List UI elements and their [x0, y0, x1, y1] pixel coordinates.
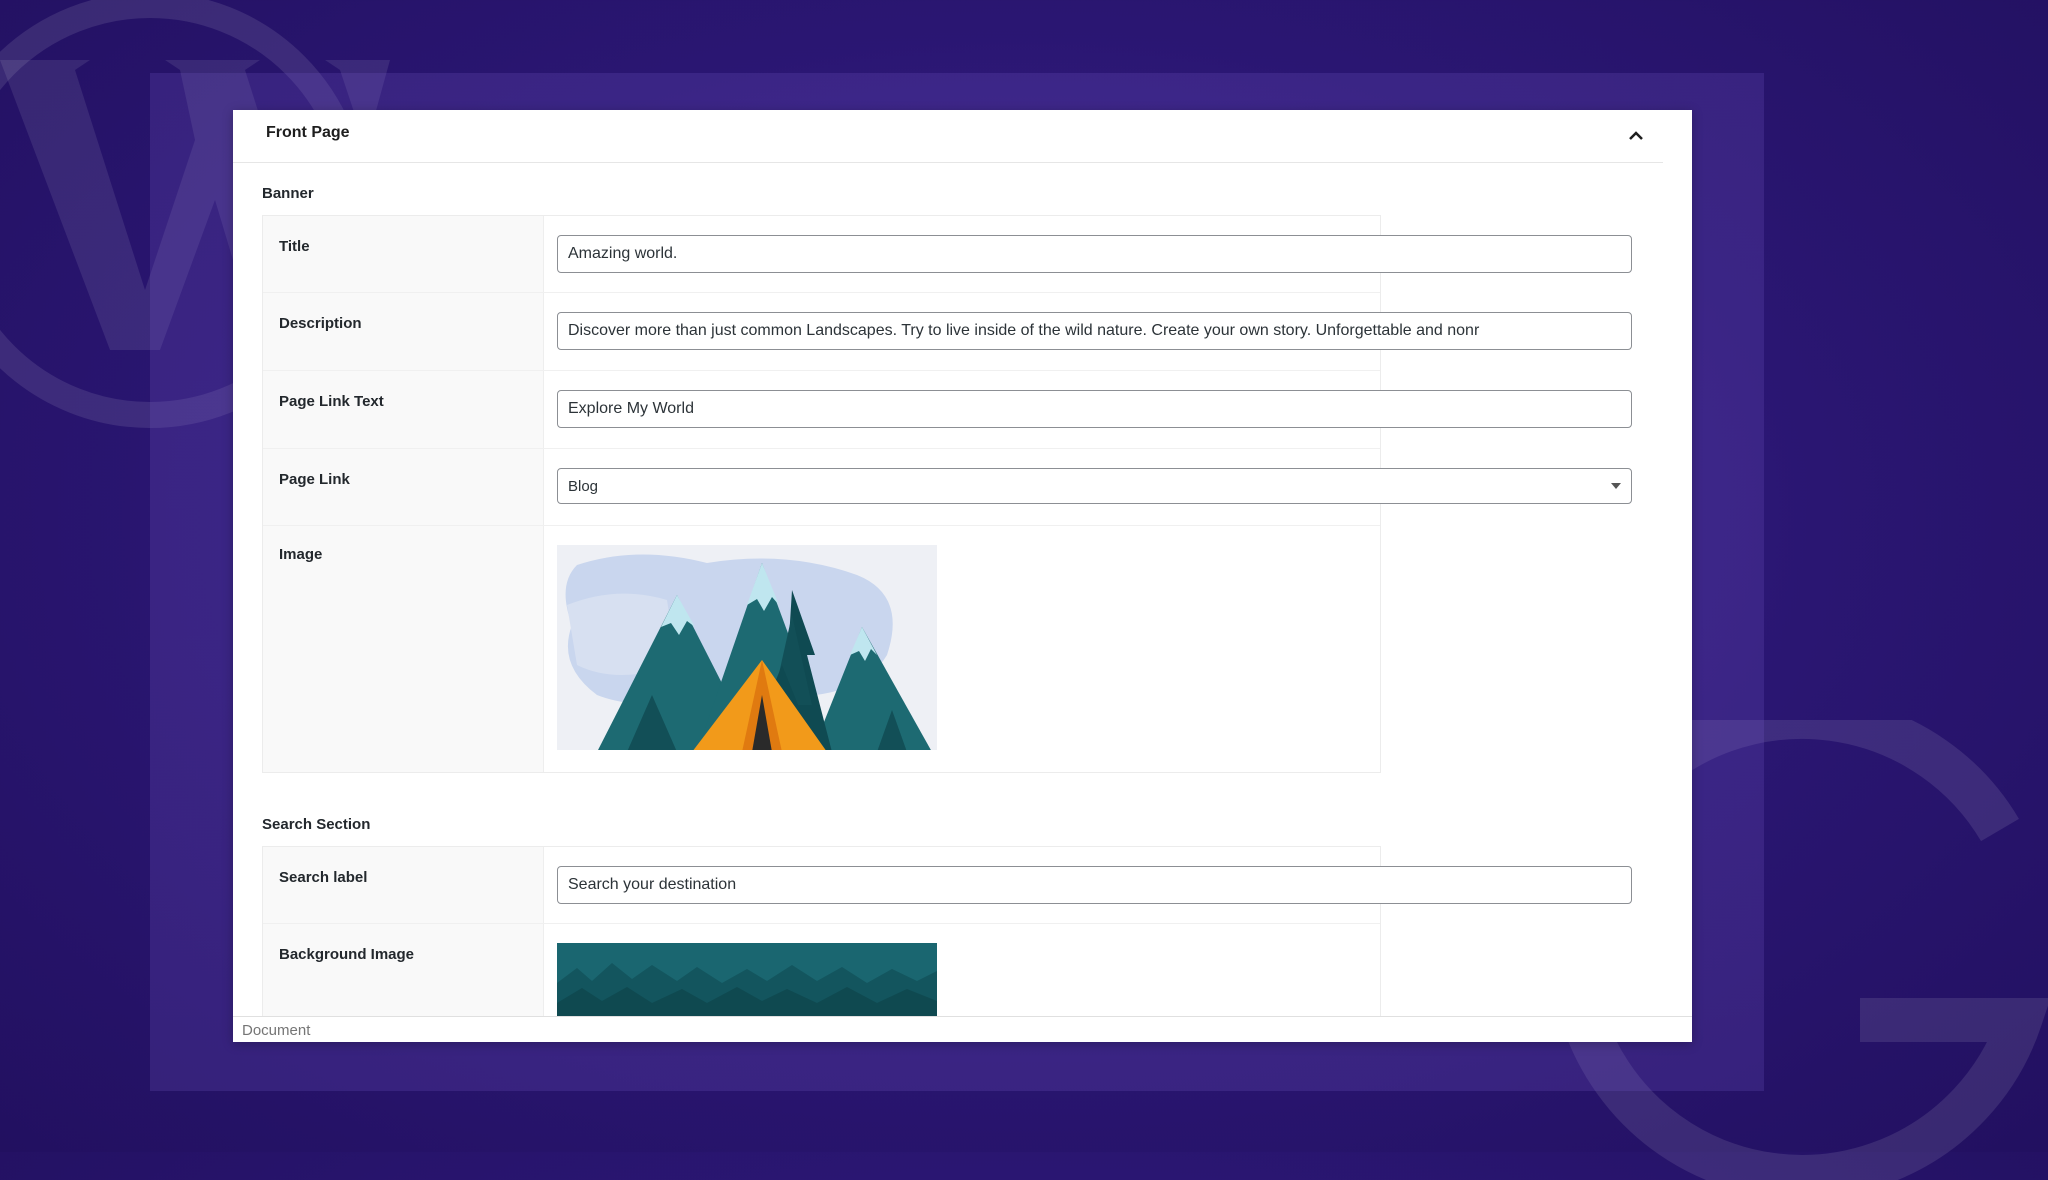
- description-input[interactable]: [557, 312, 1632, 350]
- front-page-panel: Front Page Banner Title Description Page…: [233, 110, 1692, 1042]
- page-link-text-input[interactable]: [557, 390, 1632, 428]
- field-label-background-image: Background Image: [279, 946, 415, 963]
- field-label-title: Title: [279, 238, 310, 255]
- field-row-title: Title: [263, 216, 1632, 293]
- page-link-select[interactable]: Blog: [557, 468, 1632, 504]
- status-bar-document-label[interactable]: Document: [242, 1022, 310, 1039]
- search-section-fields: Search label Background Image: [262, 846, 1632, 1042]
- panel-title: Front Page: [266, 124, 350, 141]
- editor-status-bar: Document: [233, 1016, 1692, 1042]
- field-row-description: Description: [263, 293, 1632, 371]
- page-link-selected-value: Blog: [568, 478, 599, 495]
- field-label-search-label: Search label: [279, 869, 368, 886]
- field-row-page-link-text: Page Link Text: [263, 371, 1632, 449]
- field-label-page-link: Page Link: [279, 471, 350, 488]
- field-label-description: Description: [279, 315, 362, 332]
- chevron-down-icon: [1611, 483, 1621, 489]
- field-label-image: Image: [279, 546, 323, 563]
- panel-header[interactable]: Front Page: [233, 110, 1663, 163]
- search-label-input[interactable]: [557, 866, 1632, 904]
- banner-image-thumbnail[interactable]: [557, 545, 937, 752]
- field-row-image: Image: [263, 526, 1380, 772]
- title-input[interactable]: [557, 235, 1632, 273]
- banner-fields: Title Description Page Link Text Page Li…: [262, 215, 1632, 773]
- section-label-banner: Banner: [262, 185, 314, 202]
- field-row-page-link: Page Link Blog: [263, 449, 1632, 526]
- collapse-chevron-up-icon[interactable]: [1624, 124, 1648, 148]
- mountain-tent-illustration: [557, 545, 937, 752]
- field-label-page-link-text: Page Link Text: [279, 393, 384, 410]
- field-row-search-label: Search label: [263, 847, 1632, 924]
- section-label-search-section: Search Section: [262, 816, 371, 833]
